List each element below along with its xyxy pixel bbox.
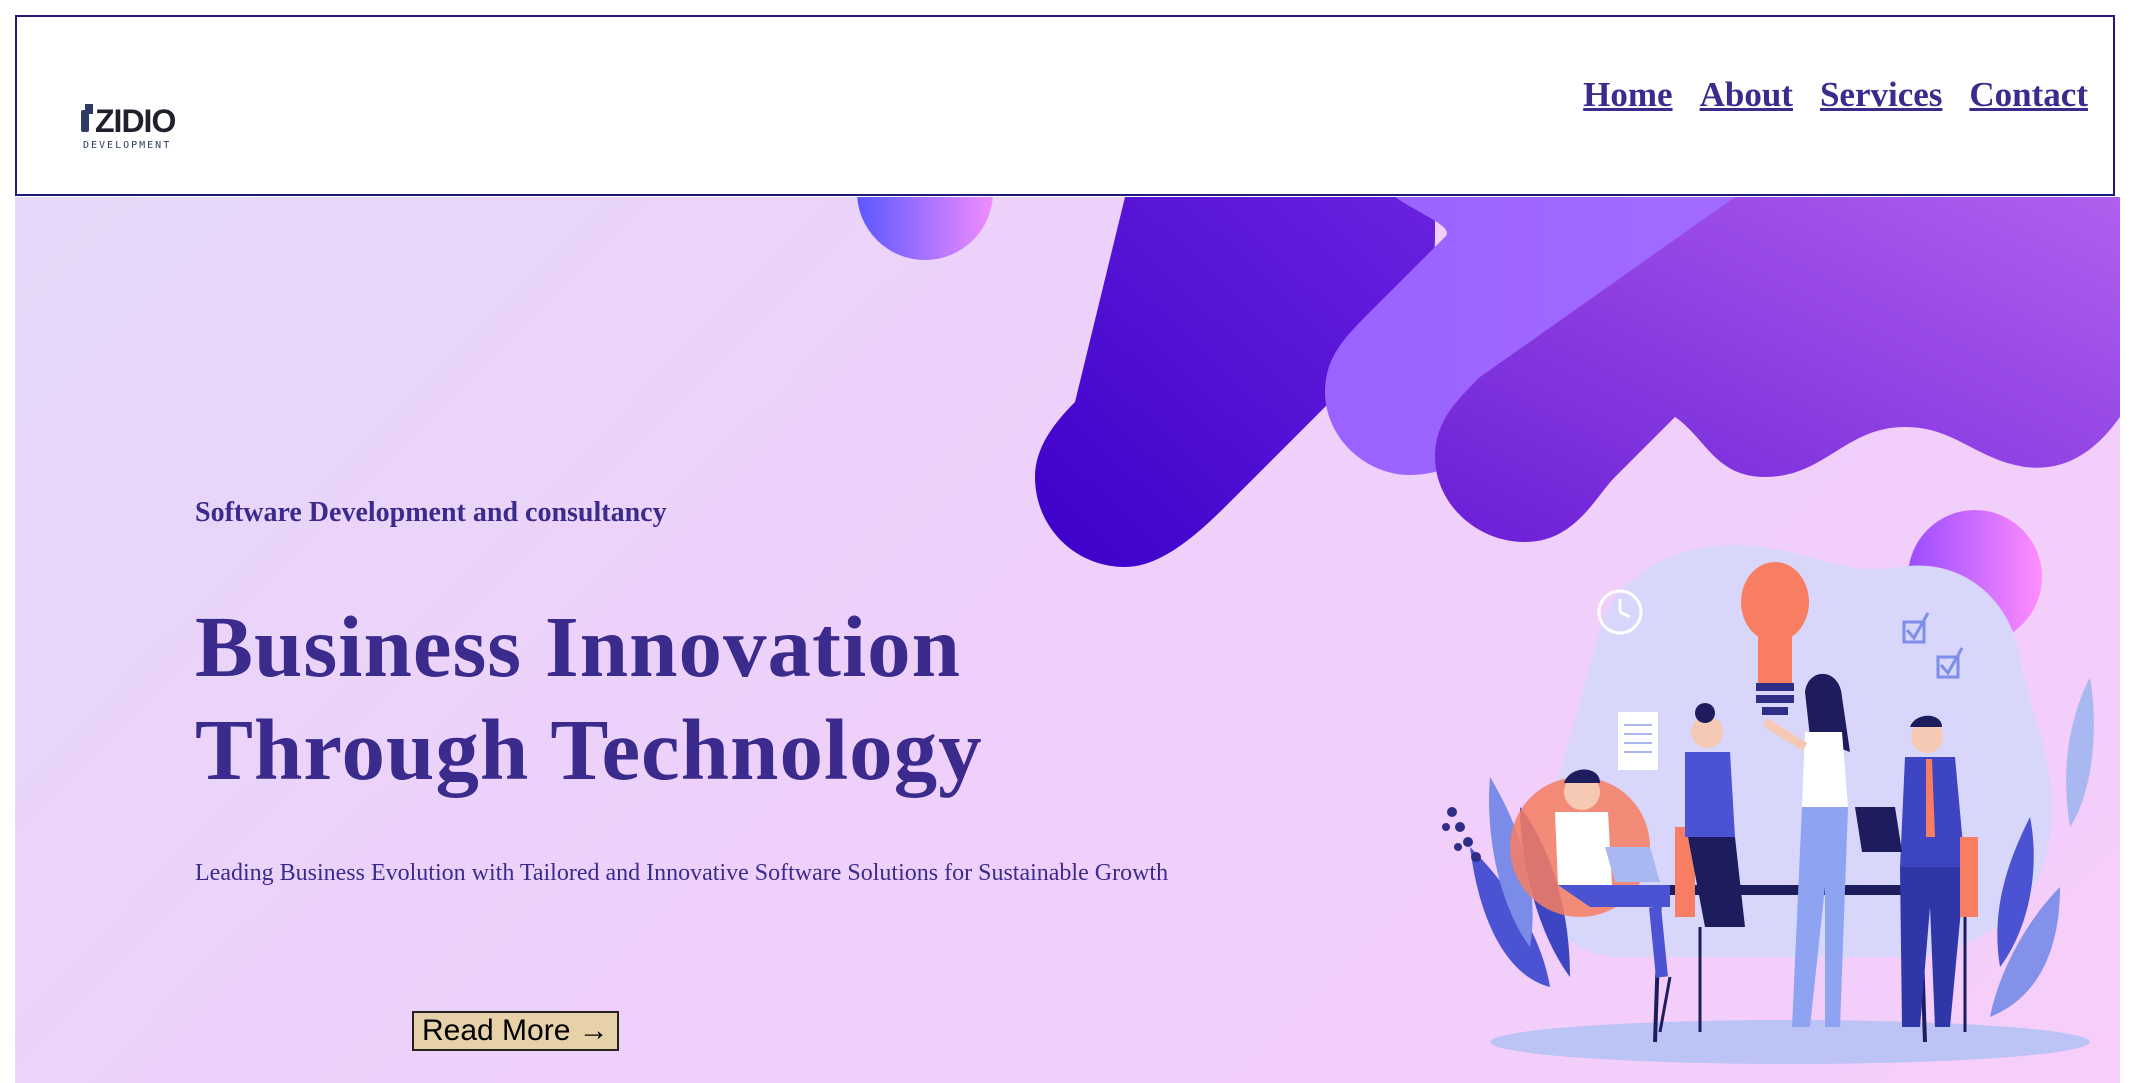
main-nav: Home About Services Contact	[1583, 75, 2088, 115]
decor-circle-top	[857, 197, 993, 260]
nav-home-link[interactable]: Home	[1583, 75, 1672, 115]
hero-subtitle: Software Development and consultancy	[195, 497, 667, 528]
read-more-button[interactable]: Read More →	[412, 1011, 619, 1051]
hero-section: Software Development and consultancy Bus…	[15, 197, 2120, 1083]
zidio-logo[interactable]: ZIDIO DEVELOPMENT	[77, 82, 217, 152]
nav-contact-link[interactable]: Contact	[1969, 75, 2088, 115]
nav-about-link[interactable]: About	[1700, 75, 1793, 115]
team-meeting-illustration	[1430, 507, 2120, 1083]
svg-text:DEVELOPMENT: DEVELOPMENT	[83, 140, 171, 151]
hero-title: Business Innovation Through Technology	[195, 598, 983, 798]
svg-text:ZIDIO: ZIDIO	[95, 103, 175, 139]
hero-description: Leading Business Evolution with Tailored…	[195, 860, 1169, 886]
site-header: ZIDIO DEVELOPMENT Home About Services Co…	[15, 15, 2115, 196]
document-icon	[1618, 712, 1658, 770]
page: ZIDIO DEVELOPMENT Home About Services Co…	[0, 0, 2131, 1083]
nav-services-link[interactable]: Services	[1820, 75, 1942, 115]
